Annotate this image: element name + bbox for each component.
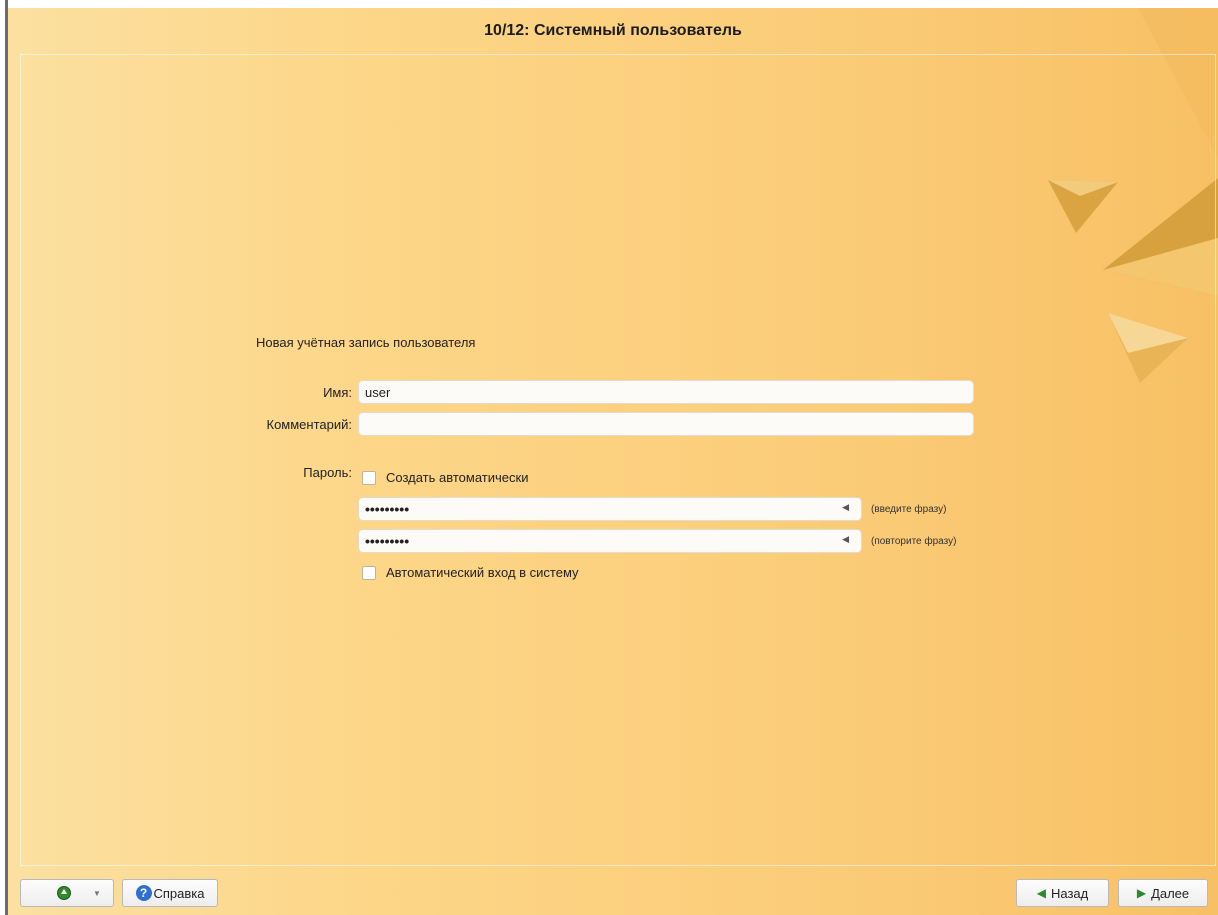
back-button[interactable]: ◀ Назад bbox=[1016, 879, 1109, 907]
section-title: Новая учётная запись пользователя bbox=[256, 335, 476, 350]
triangle-left-icon: ◀ bbox=[842, 534, 849, 544]
installer-window: 10/12: Системный пользователь Новая учёт… bbox=[8, 8, 1218, 915]
next-button[interactable]: ▶ Далее bbox=[1118, 879, 1208, 907]
content-frame bbox=[20, 54, 1216, 866]
password-repeat-hint: (повторите фразу) bbox=[871, 536, 957, 547]
autologin-label: Автоматический вход в систему bbox=[386, 565, 579, 580]
password-repeat-field[interactable]: ••••••••• ◀ bbox=[358, 529, 862, 553]
password-label: Пароль: bbox=[303, 465, 352, 480]
page-title: 10/12: Системный пользователь bbox=[484, 22, 742, 39]
name-label: Имя: bbox=[323, 385, 352, 400]
up-arrow-icon bbox=[57, 886, 71, 900]
up-dropdown-button[interactable]: ▼ bbox=[20, 879, 114, 907]
name-field[interactable]: user bbox=[358, 380, 974, 404]
chevron-right-icon: ▶ bbox=[1136, 886, 1147, 900]
autologin-checkbox[interactable] bbox=[362, 566, 376, 580]
comment-field[interactable] bbox=[358, 412, 974, 436]
help-label: Справка bbox=[153, 885, 205, 901]
triangle-left-icon: ◀ bbox=[842, 502, 849, 512]
dropdown-arrow-icon: ▼ bbox=[93, 888, 101, 898]
back-label: Назад bbox=[1050, 885, 1089, 901]
password-repeat-value: ••••••••• bbox=[365, 533, 410, 549]
password-field[interactable]: ••••••••• ◀ bbox=[358, 497, 862, 521]
window-edge bbox=[0, 0, 8, 915]
next-label: Далее bbox=[1151, 885, 1190, 901]
chevron-left-icon: ◀ bbox=[1036, 886, 1046, 900]
auto-generate-label: Создать автоматически bbox=[386, 470, 529, 485]
comment-label: Комментарий: bbox=[266, 417, 353, 432]
password-hint: (введите фразу) bbox=[871, 504, 947, 515]
auto-generate-checkbox[interactable] bbox=[362, 471, 376, 485]
password-value: ••••••••• bbox=[365, 501, 410, 517]
help-button[interactable]: ? Справка bbox=[122, 879, 218, 907]
help-icon: ? bbox=[135, 885, 152, 901]
